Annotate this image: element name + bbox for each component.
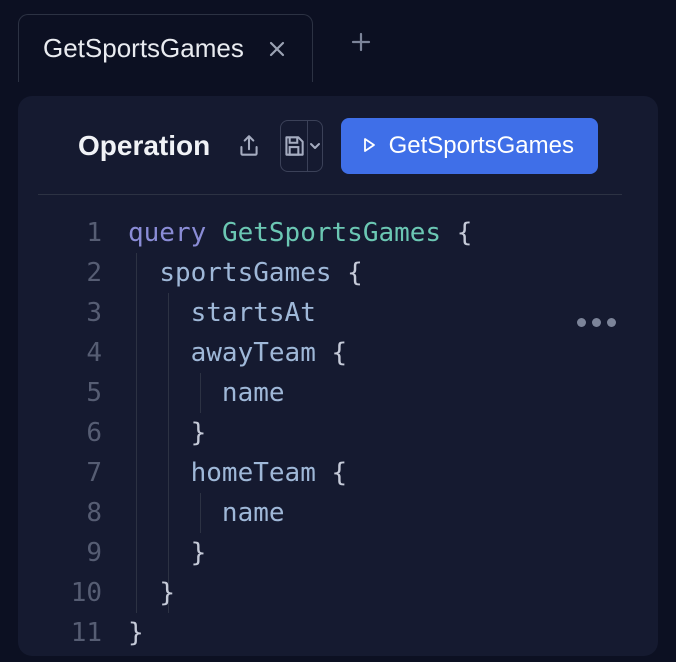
line-number: 7 bbox=[18, 453, 102, 493]
line-number: 6 bbox=[18, 413, 102, 453]
code-line: } bbox=[128, 533, 658, 573]
line-number: 9 bbox=[18, 533, 102, 573]
line-number: 5 bbox=[18, 373, 102, 413]
code-line: query GetSportsGames { bbox=[128, 213, 658, 253]
code-editor[interactable]: 1 2 3 4 5 6 7 8 9 10 11 query GetSportsG… bbox=[18, 195, 658, 653]
tab-active[interactable]: GetSportsGames bbox=[18, 14, 313, 82]
save-dropdown[interactable] bbox=[308, 121, 322, 171]
line-number: 10 bbox=[18, 573, 102, 613]
line-number: 2 bbox=[18, 253, 102, 293]
share-icon[interactable] bbox=[236, 128, 262, 164]
code-line: sportsGames { bbox=[128, 253, 658, 293]
line-number: 3 bbox=[18, 293, 102, 333]
panel-title: Operation bbox=[78, 130, 210, 162]
tab-label: GetSportsGames bbox=[43, 33, 244, 64]
run-button[interactable]: GetSportsGames bbox=[341, 118, 598, 174]
line-number: 11 bbox=[18, 613, 102, 653]
code-line: name bbox=[128, 493, 658, 533]
code-line: } bbox=[128, 573, 658, 613]
code-line: homeTeam { bbox=[128, 453, 658, 493]
code-line: awayTeam { bbox=[128, 333, 658, 373]
close-icon[interactable] bbox=[268, 40, 286, 58]
code-line: startsAt bbox=[128, 293, 658, 333]
code-content[interactable]: query GetSportsGames { sportsGames { sta… bbox=[128, 213, 658, 653]
line-number-gutter: 1 2 3 4 5 6 7 8 9 10 11 bbox=[18, 213, 128, 653]
line-number: 4 bbox=[18, 333, 102, 373]
code-line: } bbox=[128, 413, 658, 453]
run-button-label: GetSportsGames bbox=[389, 132, 574, 160]
add-tab-button[interactable] bbox=[333, 20, 389, 64]
line-number: 1 bbox=[18, 213, 102, 253]
save-button[interactable] bbox=[281, 121, 308, 171]
panel-header: Operation GetSportsGames bbox=[38, 96, 622, 195]
editor-panel: Operation GetSportsGames bbox=[18, 96, 658, 656]
code-line: } bbox=[128, 613, 658, 653]
save-button-group bbox=[280, 120, 322, 172]
play-icon bbox=[361, 132, 377, 160]
tabs-bar: GetSportsGames bbox=[0, 0, 676, 84]
code-line: name bbox=[128, 373, 658, 413]
line-number: 8 bbox=[18, 493, 102, 533]
